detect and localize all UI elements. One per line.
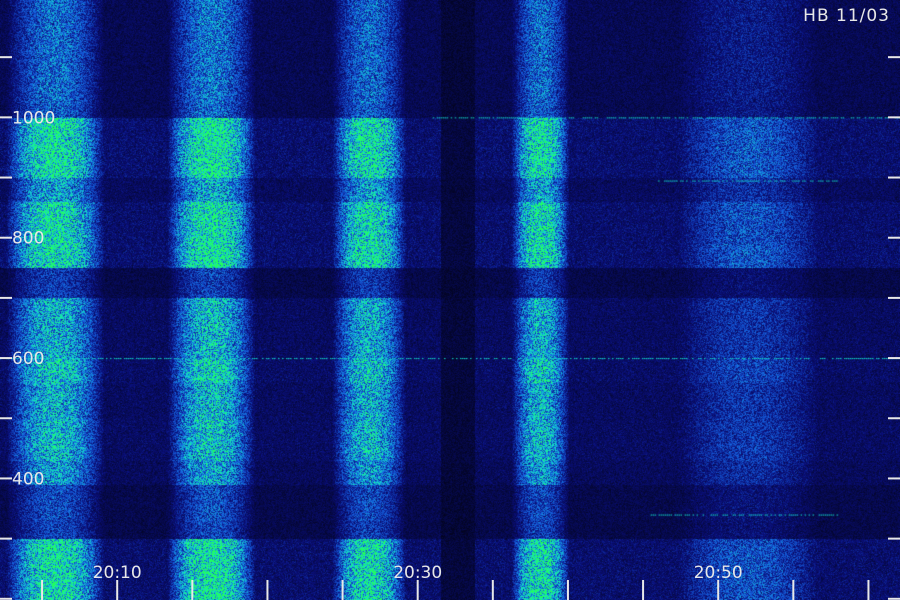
x-tick-label: 20:30 — [393, 563, 442, 583]
y-tick-label: 400 — [12, 469, 44, 489]
spectrogram-axes: 1000 800 600 400 20:10 20:30 20:50 — [0, 56, 900, 600]
y-tick-label: 800 — [12, 229, 44, 249]
y-tick-label: 1000 — [12, 108, 55, 128]
x-tick-label: 20:10 — [93, 563, 142, 583]
x-tick-label: 20:50 — [694, 563, 743, 583]
spectrogram-display: 1000 800 600 400 20:10 20:30 20:50 HB 11/03 — [0, 0, 900, 600]
station-date-label: HB 11/03 — [803, 6, 890, 26]
y-tick-label: 600 — [12, 349, 44, 369]
